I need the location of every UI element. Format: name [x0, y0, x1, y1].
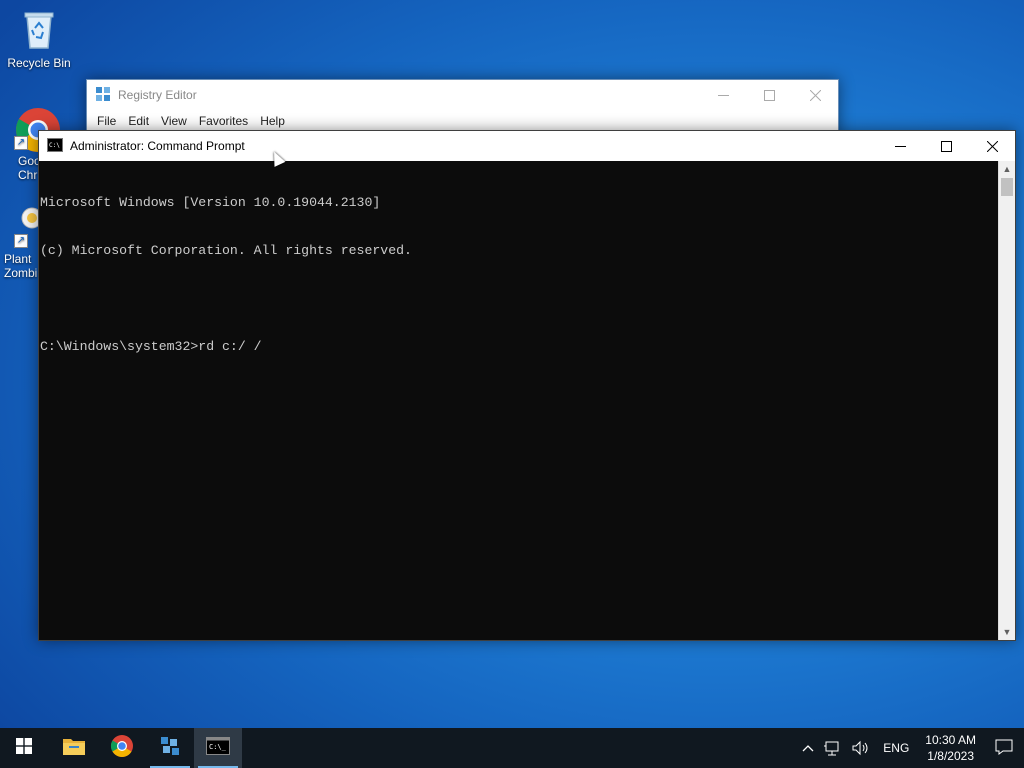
maximize-button[interactable] [746, 80, 792, 110]
show-hidden-icons-chevron-icon[interactable] [797, 744, 819, 752]
shortcut-arrow-icon: ↗ [14, 136, 28, 150]
registry-editor-icon [159, 735, 181, 762]
command-prompt-icon: C:\_ [206, 736, 230, 760]
file-explorer-icon [63, 737, 85, 760]
network-icon[interactable] [819, 740, 847, 756]
registry-editor-icon [95, 86, 111, 105]
minimize-button[interactable] [700, 80, 746, 110]
console-line: (c) Microsoft Corporation. All rights re… [40, 243, 412, 258]
taskbar-registry-editor[interactable] [146, 728, 194, 768]
scroll-thumb[interactable] [1001, 178, 1013, 196]
clock-date: 1/8/2023 [927, 749, 974, 763]
taskbar-chrome[interactable] [98, 728, 146, 768]
svg-text:C:\_: C:\_ [209, 743, 227, 751]
menu-edit[interactable]: Edit [122, 114, 155, 128]
taskbar-command-prompt[interactable]: C:\_ [194, 728, 242, 768]
start-icon [16, 737, 32, 759]
close-button[interactable] [969, 131, 1015, 161]
taskbar: C:\_ ENG 10:30 AM 1/8/2023 [0, 728, 1024, 768]
clock-time: 10:30 AM [925, 733, 976, 747]
vertical-scrollbar[interactable]: ▲ ▼ [998, 161, 1015, 640]
window-title: Administrator: Command Prompt [70, 139, 245, 153]
menu-bar: File Edit View Favorites Help [87, 110, 838, 132]
notification-icon [995, 739, 1013, 758]
taskbar-file-explorer[interactable] [50, 728, 98, 768]
window-title: Registry Editor [118, 88, 197, 102]
scroll-up-icon[interactable]: ▲ [999, 161, 1015, 177]
volume-icon[interactable] [847, 740, 875, 756]
scroll-down-icon[interactable]: ▼ [999, 624, 1015, 640]
action-center-button[interactable] [984, 739, 1024, 758]
svg-text:C:\: C:\ [49, 142, 60, 149]
command-prompt-titlebar[interactable]: C:\ Administrator: Command Prompt [39, 131, 1015, 161]
desktop-icon-label: Recycle Bin [7, 56, 71, 70]
maximize-button[interactable] [923, 131, 969, 161]
close-button[interactable] [792, 80, 838, 110]
menu-help[interactable]: Help [254, 114, 291, 128]
menu-file[interactable]: File [91, 114, 122, 128]
desktop-icon-recycle-bin[interactable]: Recycle Bin [1, 8, 77, 70]
recycle-bin-icon [17, 8, 61, 52]
menu-favorites[interactable]: Favorites [193, 114, 254, 128]
chrome-icon [110, 734, 134, 763]
clock[interactable]: 10:30 AM 1/8/2023 [917, 732, 984, 764]
menu-view[interactable]: View [155, 114, 193, 128]
system-tray: ENG 10:30 AM 1/8/2023 [797, 728, 1024, 768]
language-indicator[interactable]: ENG [875, 741, 917, 755]
start-button[interactable] [0, 728, 48, 768]
console-prompt-line[interactable]: C:\Windows\system32>rd c:/ / [40, 339, 998, 355]
minimize-button[interactable] [877, 131, 923, 161]
command-prompt-icon: C:\ [47, 137, 63, 155]
console-output[interactable]: Microsoft Windows [Version 10.0.19044.21… [39, 161, 998, 640]
shortcut-arrow-icon: ↗ [14, 234, 28, 248]
registry-editor-titlebar[interactable]: Registry Editor [87, 80, 838, 110]
command-prompt-window[interactable]: C:\ Administrator: Command Prompt Micros… [38, 130, 1016, 641]
console-line: Microsoft Windows [Version 10.0.19044.21… [40, 195, 381, 210]
